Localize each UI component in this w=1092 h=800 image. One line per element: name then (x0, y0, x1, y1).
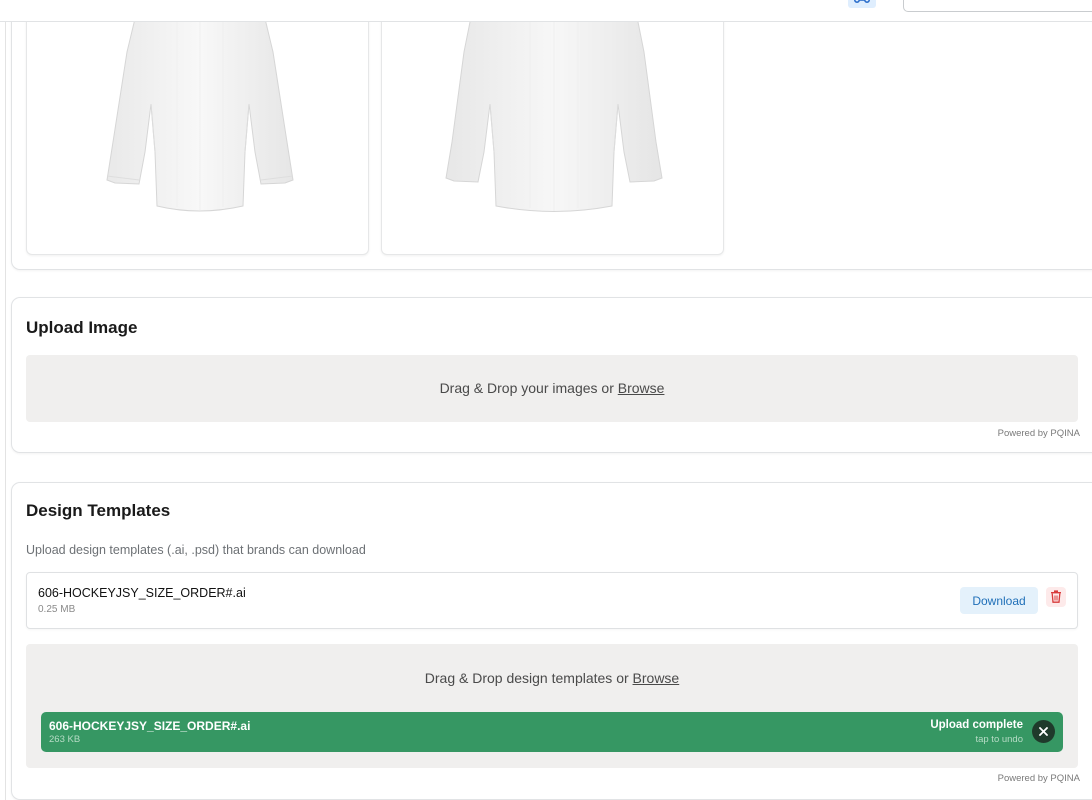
template-browse-link[interactable]: Browse (633, 670, 680, 686)
route-button[interactable] (848, 0, 876, 8)
product-images-card (11, 0, 1092, 270)
search-input[interactable] (903, 0, 1092, 12)
trash-icon (1051, 590, 1061, 603)
left-divider (5, 0, 6, 800)
uploaded-file-name: 606-HOCKEYJSY_SIZE_ORDER#.ai (49, 719, 251, 733)
powered-by-pqina[interactable]: Powered by PQINA (998, 428, 1080, 439)
powered-by-pqina-templates[interactable]: Powered by PQINA (998, 773, 1080, 784)
uploaded-file-item[interactable]: 606-HOCKEYJSY_SIZE_ORDER#.ai 263 KB Uplo… (41, 712, 1063, 752)
download-button[interactable]: Download (960, 587, 1038, 614)
top-bar (0, 0, 1092, 22)
template-dropzone[interactable]: Drag & Drop design templates or Browse 6… (26, 644, 1078, 768)
delete-file-button[interactable] (1046, 587, 1066, 607)
product-image-back[interactable] (381, 0, 724, 255)
upload-undo-hint[interactable]: tap to undo (975, 734, 1023, 745)
page: Upload Image Drag & Drop your images or … (0, 0, 1092, 800)
template-dropzone-text: Drag & Drop design templates or (424, 670, 629, 686)
image-dropzone-text: Drag & Drop your images or (439, 380, 614, 396)
template-dropzone-label: Drag & Drop design templates or Browse (26, 670, 1078, 686)
image-dropzone[interactable]: Drag & Drop your images or Browse (26, 355, 1078, 422)
uploaded-file-size: 263 KB (49, 734, 81, 745)
route-icon (854, 0, 870, 3)
design-templates-title: Design Templates (26, 501, 171, 520)
cancel-upload-button[interactable] (1032, 720, 1055, 743)
close-icon (1039, 727, 1048, 736)
upload-image-card: Upload Image Drag & Drop your images or … (11, 297, 1092, 453)
template-file-row: 606-HOCKEYJSY_SIZE_ORDER#.ai 0.25 MB Dow… (26, 572, 1078, 629)
jersey-back-image (445, 0, 663, 212)
design-templates-description: Upload design templates (.ai, .psd) that… (26, 543, 366, 557)
product-image-front[interactable] (26, 0, 369, 255)
design-templates-card: Design Templates Upload design templates… (11, 482, 1092, 800)
image-browse-link[interactable]: Browse (618, 380, 665, 396)
template-file-size: 0.25 MB (38, 604, 76, 615)
upload-status: Upload complete (930, 719, 1023, 731)
image-dropzone-label: Drag & Drop your images or Browse (26, 380, 1078, 396)
upload-image-title: Upload Image (26, 318, 138, 337)
jersey-front-image (106, 0, 294, 212)
template-file-name: 606-HOCKEYJSY_SIZE_ORDER#.ai (38, 586, 246, 600)
